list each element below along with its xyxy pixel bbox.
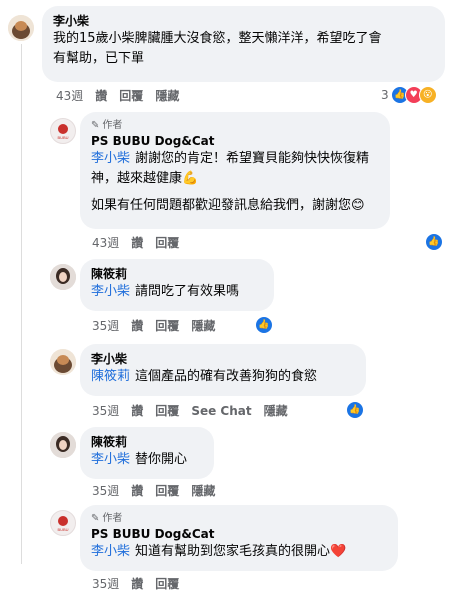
hide-button[interactable]: 隱藏 (155, 88, 179, 104)
author-badge: ✎ 作者 (91, 513, 123, 524)
comment-actions: 35週 讚 回覆 隱藏 (92, 483, 215, 499)
see-chat-button[interactable]: See Chat (191, 403, 251, 419)
like-button[interactable]: 讚 (131, 403, 143, 419)
hide-button[interactable]: 隱藏 (191, 318, 215, 334)
comment-time[interactable]: 35週 (92, 318, 119, 334)
wow-reaction-icon: 😮 (418, 86, 437, 104)
comment-text: 有幫助，已下單 (53, 51, 145, 66)
comment-actions: 35週 讚 回覆 See Chat 隱藏 (92, 403, 288, 419)
mention-link[interactable]: 李小柴 (91, 544, 130, 559)
comment-actions: 43週 讚 回覆 隱藏 (56, 88, 179, 104)
reactions[interactable]: 👍 (255, 316, 273, 334)
comment-author[interactable]: 陳筱莉 (91, 266, 263, 282)
comment-bubble: ✎ 作者 PS BUBU Dog&Cat 李小柴 謝謝您的肯定！希望寶貝能夠快快恢… (80, 112, 390, 229)
comment-text: 李小柴 替你開心 (91, 452, 188, 467)
like-reaction-icon: 👍 (255, 316, 273, 334)
comment-text: 李小柴 請問吃了有效果嗎 (91, 284, 240, 299)
reactions[interactable]: 👍 (346, 401, 364, 419)
like-button[interactable]: 讚 (131, 235, 143, 251)
like-reaction-icon: 👍 (425, 233, 443, 251)
comment-time[interactable]: 35週 (92, 483, 119, 499)
comment-actions: 35週 讚 回覆 隱藏 (92, 318, 215, 334)
reaction-count: 3 (381, 88, 389, 102)
reply-button[interactable]: 回覆 (155, 318, 179, 334)
mention-link[interactable]: 李小柴 (91, 452, 130, 467)
svg-text:BUBU: BUBU (57, 135, 68, 140)
like-button[interactable]: 讚 (131, 318, 143, 334)
author-badge-icon: ✎ (91, 513, 100, 524)
avatar[interactable]: BUBU (50, 510, 76, 536)
like-button[interactable]: 讚 (131, 483, 143, 499)
comment-actions: 43週 讚 回覆 (92, 235, 179, 251)
comment-text: 李小柴 謝謝您的肯定！希望寶貝能夠快快恢復精 (91, 151, 370, 166)
comment-time[interactable]: 43週 (56, 88, 83, 104)
reply-button[interactable]: 回覆 (155, 403, 179, 419)
like-button[interactable]: 讚 (95, 88, 107, 104)
like-button[interactable]: 讚 (131, 576, 143, 592)
hide-button[interactable]: 隱藏 (191, 483, 215, 499)
comment-text: 李小柴 知道有幫助到您家毛孩真的很開心❤️ (91, 544, 347, 559)
avatar[interactable] (8, 15, 34, 41)
author-badge-icon: ✎ (91, 120, 100, 131)
like-reaction-icon: 👍 (346, 401, 364, 419)
reply-button[interactable]: 回覆 (155, 576, 179, 592)
thread-line (21, 44, 22, 564)
reactions[interactable]: 3 👍 ♥ 😮 (381, 86, 437, 104)
comment-time[interactable]: 43週 (92, 235, 119, 251)
comment-text: 我的15歲小柴脾臟腫大沒食慾，整天懶洋洋，希望吃了會 (53, 31, 382, 46)
svg-text:BUBU: BUBU (57, 527, 68, 532)
hide-button[interactable]: 隱藏 (264, 403, 288, 419)
comment-bubble: 李小柴 陳筱莉 這個產品的確有改善狗狗的食慾 (80, 344, 366, 396)
mention-link[interactable]: 李小柴 (91, 284, 130, 299)
comment-bubble: 李小柴 我的15歲小柴脾臟腫大沒食慾，整天懶洋洋，希望吃了會 有幫助，已下單 (42, 6, 445, 82)
mention-link[interactable]: 李小柴 (91, 151, 130, 166)
comment-bubble: 陳筱莉 李小柴 替你開心 (80, 427, 214, 479)
comment-time[interactable]: 35週 (92, 403, 119, 419)
reactions[interactable]: 👍 (425, 233, 443, 251)
comment-author[interactable]: 李小柴 (91, 351, 355, 367)
author-badge: ✎ 作者 (91, 120, 123, 131)
avatar[interactable] (50, 264, 76, 290)
comment-bubble: ✎ 作者 PS BUBU Dog&Cat 李小柴 知道有幫助到您家毛孩真的很開心❤… (80, 505, 398, 571)
comment-bubble: 陳筱莉 李小柴 請問吃了有效果嗎 (80, 259, 274, 311)
avatar[interactable] (50, 432, 76, 458)
reply-button[interactable]: 回覆 (119, 88, 143, 104)
comment-author[interactable]: PS BUBU Dog&Cat (91, 526, 387, 542)
comment-text: 神，越來越健康💪 (91, 171, 199, 186)
comment-author[interactable]: PS BUBU Dog&Cat (91, 133, 379, 149)
reply-button[interactable]: 回覆 (155, 235, 179, 251)
comment-text: 如果有任何問題都歡迎發訊息給我們，謝謝您😊 (91, 198, 365, 213)
mention-link[interactable]: 陳筱莉 (91, 369, 130, 384)
avatar[interactable] (50, 349, 76, 375)
comment-actions: 35週 讚 回覆 (92, 576, 179, 592)
comment-author[interactable]: 陳筱莉 (91, 434, 203, 450)
avatar[interactable]: BUBU (50, 118, 76, 144)
reply-button[interactable]: 回覆 (155, 483, 179, 499)
comment-time[interactable]: 35週 (92, 576, 119, 592)
comment-author[interactable]: 李小柴 (53, 13, 434, 29)
comment-text: 陳筱莉 這個產品的確有改善狗狗的食慾 (91, 369, 318, 384)
